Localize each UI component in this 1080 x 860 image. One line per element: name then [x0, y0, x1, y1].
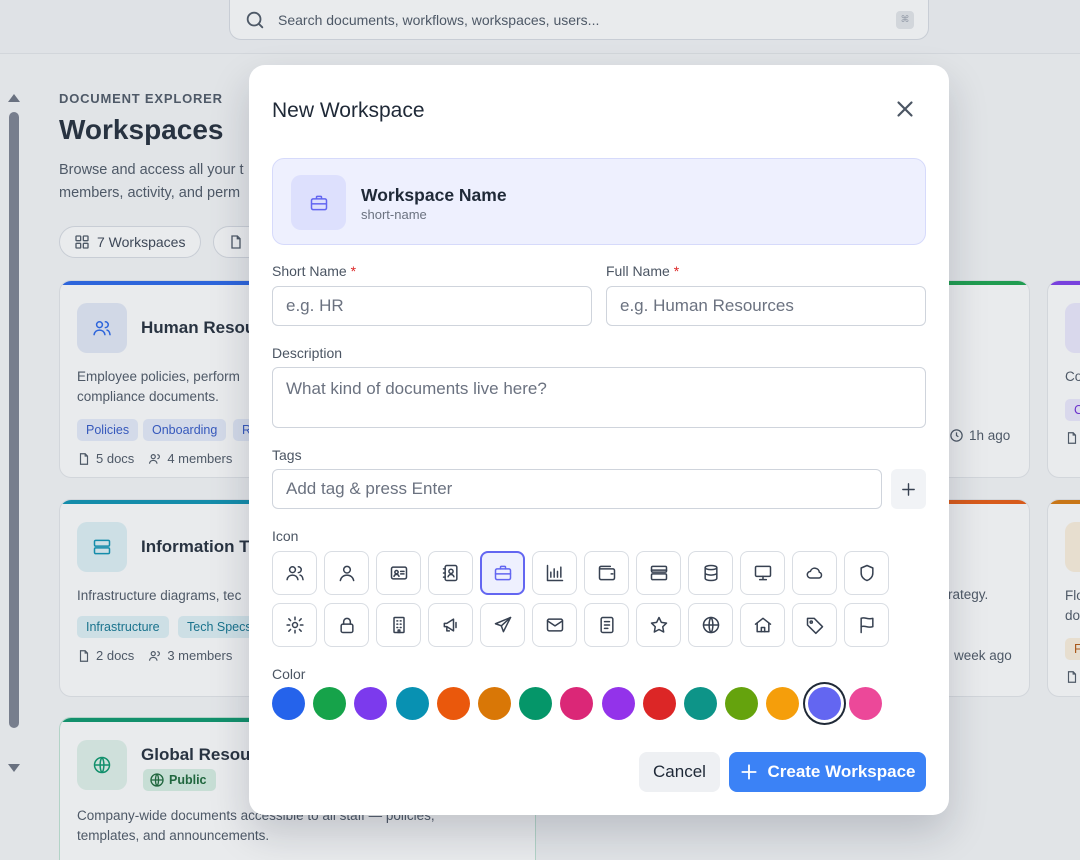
required-mark: *: [350, 263, 357, 279]
icon-option-gear[interactable]: [272, 603, 317, 647]
color-swatch[interactable]: [395, 687, 429, 720]
full-name-label: Full Name *: [606, 263, 679, 279]
globe-icon: [702, 616, 719, 634]
preview-icon-box: [291, 175, 346, 230]
color-swatch[interactable]: [766, 687, 800, 720]
database-icon: [703, 564, 718, 582]
icon-option-lock[interactable]: [324, 603, 369, 647]
icon-option-send[interactable]: [480, 603, 525, 647]
plus-icon: [741, 764, 758, 780]
icon-option-bar-chart[interactable]: [532, 551, 577, 595]
color-swatch[interactable]: [807, 687, 841, 720]
flag-icon: [859, 617, 874, 634]
full-name-input[interactable]: [606, 286, 926, 326]
cancel-button[interactable]: Cancel: [639, 752, 720, 792]
contact-book-icon: [442, 564, 458, 582]
full-name-label-text: Full Name: [606, 263, 670, 279]
icon-option-flag[interactable]: [844, 603, 889, 647]
workspace-preview: Workspace Name short-name: [272, 158, 926, 245]
icon-option-wallet[interactable]: [584, 551, 629, 595]
color-swatch[interactable]: [848, 687, 882, 720]
icon-option-tag[interactable]: [792, 603, 837, 647]
mail-icon: [546, 618, 563, 632]
monitor-icon: [754, 565, 771, 581]
icon-option-building[interactable]: [376, 603, 421, 647]
icon-option-id-card[interactable]: [376, 551, 421, 595]
color-swatch[interactable]: [354, 687, 388, 720]
short-name-label-text: Short Name: [272, 263, 347, 279]
color-swatch[interactable]: [519, 687, 553, 720]
lock-icon: [339, 617, 354, 634]
icon-option-notebook[interactable]: [584, 603, 629, 647]
plus-icon: [902, 482, 915, 496]
icon-option-home[interactable]: [740, 603, 785, 647]
color-swatch[interactable]: [725, 687, 759, 720]
color-swatch[interactable]: [684, 687, 717, 720]
users-icon: [285, 566, 304, 581]
color-label: Color: [272, 666, 306, 682]
short-name-label: Short Name *: [272, 263, 356, 279]
color-swatch[interactable]: [272, 687, 305, 720]
icon-option-star[interactable]: [636, 603, 681, 647]
id-card-icon: [390, 566, 407, 580]
server-icon: [650, 565, 667, 581]
icon-option-briefcase[interactable]: [480, 551, 525, 595]
color-swatch[interactable]: [601, 687, 635, 720]
icon-label: Icon: [272, 528, 299, 544]
icon-option-contact-book[interactable]: [428, 551, 473, 595]
preview-short-name: short-name: [361, 207, 427, 222]
icon-option-cloud[interactable]: [792, 551, 837, 595]
description-input[interactable]: [272, 367, 926, 428]
color-swatch[interactable]: [436, 687, 470, 720]
preview-name: Workspace Name: [361, 185, 507, 205]
star-icon: [650, 616, 667, 633]
tag-icon: [806, 617, 823, 635]
icon-option-mail[interactable]: [532, 603, 577, 647]
icon-option-users[interactable]: [272, 551, 317, 595]
dialog-title: New Workspace: [272, 99, 425, 122]
icon-option-server[interactable]: [636, 551, 681, 595]
shield-icon: [859, 564, 874, 582]
icon-option-shield[interactable]: [844, 551, 889, 595]
notebook-icon: [599, 616, 614, 634]
color-swatch[interactable]: [642, 687, 676, 720]
send-icon: [494, 616, 511, 633]
color-swatch[interactable]: [478, 687, 511, 720]
icon-option-user[interactable]: [324, 551, 369, 595]
user-icon: [339, 565, 354, 582]
tags-label: Tags: [272, 447, 302, 463]
cloud-icon: [806, 567, 822, 579]
briefcase-icon: [310, 195, 327, 210]
briefcase-icon: [494, 565, 511, 581]
icon-option-globe[interactable]: [688, 603, 733, 647]
short-name-input[interactable]: [272, 286, 592, 326]
megaphone-icon: [443, 618, 457, 632]
wallet-icon: [598, 565, 615, 581]
bar-chart-icon: [546, 564, 563, 582]
icon-option-monitor[interactable]: [740, 551, 785, 595]
close-icon[interactable]: [892, 96, 918, 122]
add-tag-button[interactable]: [891, 469, 926, 509]
home-icon: [754, 617, 771, 633]
new-workspace-dialog: New Workspace Workspace Name short-name …: [249, 65, 949, 815]
description-label: Description: [272, 345, 343, 361]
color-swatch[interactable]: [313, 687, 347, 720]
building-icon: [392, 616, 405, 634]
icon-option-megaphone[interactable]: [428, 603, 473, 647]
create-workspace-label: Create Workspace: [767, 762, 916, 781]
tags-input[interactable]: [272, 469, 882, 509]
color-swatch[interactable]: [560, 687, 594, 720]
required-mark: *: [673, 263, 680, 279]
icon-option-database[interactable]: [688, 551, 733, 595]
create-workspace-button[interactable]: Create Workspace: [729, 752, 926, 792]
gear-icon: [285, 616, 304, 634]
